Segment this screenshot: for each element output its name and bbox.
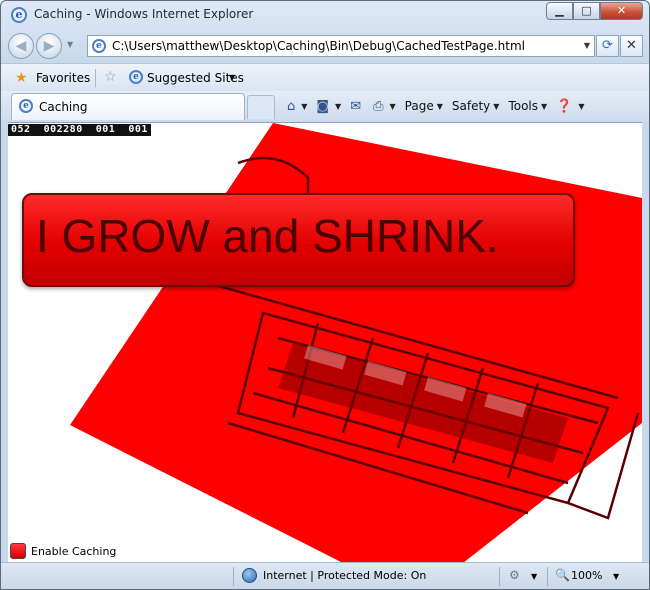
mail-icon: ✉ [350, 98, 362, 114]
help-button[interactable]: ❓ ▼ [556, 99, 584, 114]
print-button[interactable]: ⎙ ▼ [373, 99, 396, 114]
tab-row: e Caching ⌂ ▼ ◙ ▼ ✉ ⎙ ▼ Page ▼ Safety ▼ Tools… [1, 91, 649, 121]
page-dropdown-icon: ▼ [436, 101, 443, 111]
grow-shrink-banner: I GROW and SHRINK. [22, 193, 575, 287]
zoom-icon[interactable]: 🔍 [555, 568, 570, 582]
back-button[interactable]: ◀ [8, 33, 34, 59]
enable-caching-checkbox[interactable]: Enable Caching [10, 543, 116, 559]
address-input[interactable]: C:\Users\matthew\Desktop\Caching\Bin\Deb… [112, 39, 525, 53]
favorites-button[interactable]: Favorites [36, 71, 90, 85]
page-menu[interactable]: Page ▼ [405, 99, 443, 113]
print-icon: ⎙ [373, 98, 384, 114]
help-icon: ❓ [556, 98, 573, 114]
status-bar: Internet | Protected Mode: On ⚙ ▼ 🔍 100%… [1, 562, 649, 589]
close-button[interactable]: ✕ [600, 2, 643, 20]
page-menu-label: Page [404, 99, 434, 113]
security-zone-text[interactable]: Internet | Protected Mode: On [263, 569, 426, 582]
checkbox-box[interactable] [10, 543, 26, 559]
print-dropdown-icon[interactable]: ▼ [390, 102, 396, 111]
tab-label: Caching [39, 100, 88, 114]
status-divider [233, 567, 234, 586]
globe-icon [242, 568, 257, 583]
tab-caching[interactable]: e Caching [11, 93, 245, 120]
checkbox-label: Enable Caching [31, 544, 117, 558]
tab-ie-icon: e [19, 99, 33, 113]
favorites-star-icon[interactable]: ★ [15, 70, 28, 86]
address-row: ◀ ▶ ▼ e C:\Users\matthew\Desktop\Caching… [1, 31, 649, 61]
minimize-button[interactable]: ▁ [546, 2, 573, 20]
refresh-button[interactable]: ⟳ [596, 35, 619, 57]
suggested-sites-dropdown-icon[interactable]: ▼ [229, 73, 235, 82]
window-title: Caching - Windows Internet Explorer [34, 7, 254, 21]
toolbar-divider [95, 69, 96, 87]
protected-mode-icon[interactable]: ⚙ [509, 568, 520, 582]
new-tab-button[interactable] [247, 95, 275, 119]
page-content: 052 002280 001 001 I GROW and SHRINK. En… [8, 122, 642, 562]
feeds-dropdown-icon[interactable]: ▼ [335, 102, 341, 111]
zoom-dropdown-icon[interactable]: ▼ [613, 572, 619, 581]
feeds-icon: ◙ [316, 98, 330, 114]
forward-button[interactable]: ▶ [36, 33, 62, 59]
tools-menu[interactable]: Tools ▼ [508, 99, 547, 113]
safety-menu-label: Safety [451, 99, 491, 113]
home-dropdown-icon[interactable]: ▼ [301, 102, 307, 111]
feeds-button[interactable]: ◙ ▼ [316, 99, 341, 114]
stop-button[interactable]: ✕ [620, 35, 643, 57]
banner-text: I GROW and SHRINK. [36, 210, 499, 262]
home-icon: ⌂ [287, 98, 296, 114]
address-bar[interactable]: e C:\Users\matthew\Desktop\Caching\Bin\D… [87, 35, 595, 57]
tools-menu-label: Tools [508, 99, 538, 113]
recent-pages-dropdown[interactable]: ▼ [67, 40, 73, 49]
zoom-level[interactable]: 100% [571, 569, 602, 582]
tools-dropdown-icon: ▼ [541, 101, 548, 111]
window-controls: ▁ □ ✕ [546, 2, 643, 20]
protected-mode-dropdown-icon[interactable]: ▼ [531, 572, 537, 581]
add-favorite-icon[interactable]: ☆ [104, 69, 117, 85]
favorites-bar: ★ Favorites ☆ e Suggested Sites ▼ [1, 63, 649, 91]
rotated-phonebooth-image [70, 123, 642, 562]
page-icon: e [92, 39, 106, 53]
ie-logo-icon: e [11, 7, 27, 23]
title-bar: e Caching - Windows Internet Explorer ▁ … [1, 1, 649, 29]
mail-button[interactable]: ✉ [350, 99, 364, 114]
safety-menu[interactable]: Safety ▼ [452, 99, 500, 113]
address-dropdown-icon[interactable]: ▼ [584, 41, 590, 50]
suggested-sites-icon: e [129, 70, 143, 84]
home-button[interactable]: ⌂ ▼ [287, 99, 307, 114]
status-divider [499, 567, 500, 586]
command-bar: ⌂ ▼ ◙ ▼ ✉ ⎙ ▼ Page ▼ Safety ▼ Tools ▼ ❓ ▼ [287, 96, 594, 116]
status-divider [547, 567, 548, 586]
frame-rate-counter: 052 002280 001 001 [8, 124, 151, 136]
help-dropdown-icon[interactable]: ▼ [578, 102, 584, 111]
maximize-button[interactable]: □ [573, 2, 600, 20]
browser-window: e Caching - Windows Internet Explorer ▁ … [0, 0, 650, 590]
safety-dropdown-icon: ▼ [493, 101, 500, 111]
